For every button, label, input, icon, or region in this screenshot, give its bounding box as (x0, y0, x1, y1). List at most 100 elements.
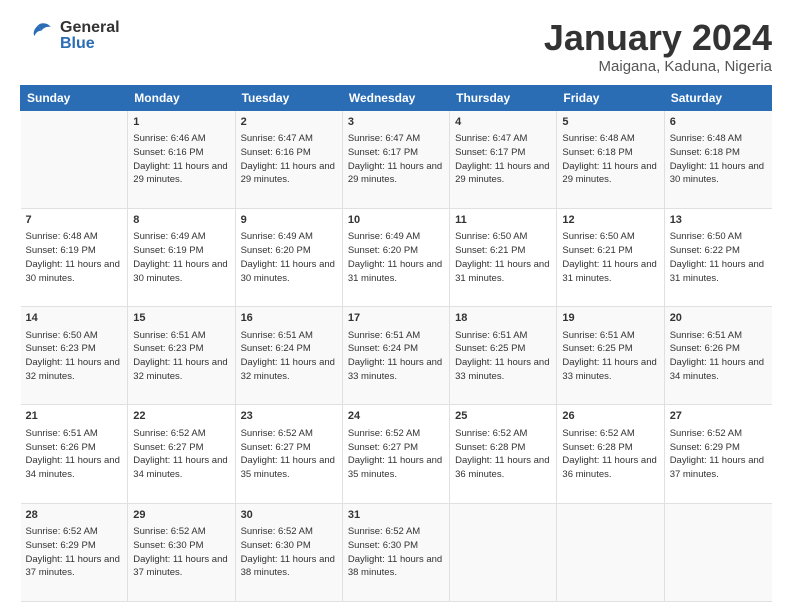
day-number: 9 (241, 213, 337, 228)
day-number: 20 (670, 311, 767, 326)
cell-info: Sunrise: 6:52 AMSunset: 6:27 PMDaylight:… (241, 427, 337, 482)
day-number: 7 (26, 213, 123, 228)
page: General Blue January 2024 Maigana, Kadun… (0, 0, 792, 612)
col-saturday: Saturday (664, 85, 771, 110)
calendar-cell: 4Sunrise: 6:47 AMSunset: 6:17 PMDaylight… (450, 110, 557, 208)
day-number: 11 (455, 213, 551, 228)
calendar-cell: 6 Sunrise: 6:48 AMSunset: 6:18 PMDaylight… (664, 110, 771, 208)
calendar-cell: 26Sunrise: 6:52 AMSunset: 6:28 PMDayligh… (557, 405, 664, 503)
col-thursday: Thursday (450, 85, 557, 110)
cell-info: Sunrise: 6:51 AMSunset: 6:23 PMDaylight:… (133, 329, 229, 384)
cell-info: Sunrise: 6:47 AMSunset: 6:16 PMDaylight:… (241, 132, 337, 187)
day-number: 18 (455, 311, 551, 326)
cell-info: Sunrise: 6:52 AMSunset: 6:28 PMDaylight:… (455, 427, 551, 482)
day-number: 8 (133, 213, 229, 228)
day-number: 15 (133, 311, 229, 326)
cell-info: Sunrise: 6:49 AMSunset: 6:20 PMDaylight:… (348, 230, 444, 285)
cell-info: Sunrise: 6:52 AMSunset: 6:30 PMDaylight:… (348, 525, 444, 580)
calendar-cell: 12 Sunrise: 6:50 AMSunset: 6:21 PMDayligh… (557, 208, 664, 306)
calendar-cell: 23 Sunrise: 6:52 AMSunset: 6:27 PMDayligh… (235, 405, 342, 503)
calendar-cell: 13Sunrise: 6:50 AMSunset: 6:22 PMDayligh… (664, 208, 771, 306)
day-number: 23 (241, 409, 337, 424)
column-headers: Sunday Monday Tuesday Wednesday Thursday… (21, 85, 772, 110)
calendar-cell: 14Sunrise: 6:50 AMSunset: 6:23 PMDayligh… (21, 307, 128, 405)
cell-info: Sunrise: 6:49 AMSunset: 6:19 PMDaylight:… (133, 230, 229, 285)
title-area: January 2024 Maigana, Kaduna, Nigeria (544, 18, 772, 75)
cell-info: Sunrise: 6:47 AMSunset: 6:17 PMDaylight:… (348, 132, 444, 187)
month-title: January 2024 (544, 18, 772, 58)
calendar-cell: 19 Sunrise: 6:51 AMSunset: 6:25 PMDayligh… (557, 307, 664, 405)
day-number: 12 (562, 213, 658, 228)
cell-info: Sunrise: 6:52 AMSunset: 6:27 PMDaylight:… (133, 427, 229, 482)
calendar-cell: 22 Sunrise: 6:52 AMSunset: 6:27 PMDayligh… (128, 405, 235, 503)
day-number: 24 (348, 409, 444, 424)
calendar-cell: 25 Sunrise: 6:52 AMSunset: 6:28 PMDayligh… (450, 405, 557, 503)
day-number: 27 (670, 409, 767, 424)
day-number: 21 (26, 409, 123, 424)
calendar-week-5: 28 Sunrise: 6:52 AMSunset: 6:29 PMDayligh… (21, 503, 772, 601)
cell-info: Sunrise: 6:50 AMSunset: 6:21 PMDaylight:… (455, 230, 551, 285)
cell-info: Sunrise: 6:49 AMSunset: 6:20 PMDaylight:… (241, 230, 337, 285)
day-number: 28 (26, 508, 123, 523)
cell-info: Sunrise: 6:50 AMSunset: 6:23 PMDaylight:… (26, 329, 123, 384)
calendar-cell: 28 Sunrise: 6:52 AMSunset: 6:29 PMDayligh… (21, 503, 128, 601)
calendar-cell: 7 Sunrise: 6:48 AMSunset: 6:19 PMDaylight… (21, 208, 128, 306)
day-number: 4 (455, 115, 551, 130)
day-number: 19 (562, 311, 658, 326)
cell-info: Sunrise: 6:51 AMSunset: 6:26 PMDaylight:… (26, 427, 123, 482)
cell-info: Sunrise: 6:48 AMSunset: 6:19 PMDaylight:… (26, 230, 123, 285)
day-number: 25 (455, 409, 551, 424)
cell-info: Sunrise: 6:52 AMSunset: 6:28 PMDaylight:… (562, 427, 658, 482)
day-number: 3 (348, 115, 444, 130)
logo-icon (20, 18, 56, 54)
cell-info: Sunrise: 6:52 AMSunset: 6:29 PMDaylight:… (670, 427, 767, 482)
cell-info: Sunrise: 6:50 AMSunset: 6:22 PMDaylight:… (670, 230, 767, 285)
calendar-week-3: 14Sunrise: 6:50 AMSunset: 6:23 PMDayligh… (21, 307, 772, 405)
cell-info: Sunrise: 6:52 AMSunset: 6:30 PMDaylight:… (133, 525, 229, 580)
cell-info: Sunrise: 6:51 AMSunset: 6:26 PMDaylight:… (670, 329, 767, 384)
calendar-cell: 30Sunrise: 6:52 AMSunset: 6:30 PMDayligh… (235, 503, 342, 601)
calendar-cell: 16Sunrise: 6:51 AMSunset: 6:24 PMDayligh… (235, 307, 342, 405)
cell-info: Sunrise: 6:52 AMSunset: 6:27 PMDaylight:… (348, 427, 444, 482)
calendar-cell: 5Sunrise: 6:48 AMSunset: 6:18 PMDaylight… (557, 110, 664, 208)
cell-info: Sunrise: 6:50 AMSunset: 6:21 PMDaylight:… (562, 230, 658, 285)
cell-info: Sunrise: 6:46 AMSunset: 6:16 PMDaylight:… (133, 132, 229, 187)
calendar-week-1: 1 Sunrise: 6:46 AMSunset: 6:16 PMDaylight… (21, 110, 772, 208)
day-number: 31 (348, 508, 444, 523)
col-sunday: Sunday (21, 85, 128, 110)
col-tuesday: Tuesday (235, 85, 342, 110)
location: Maigana, Kaduna, Nigeria (544, 58, 772, 75)
calendar-cell: 2Sunrise: 6:47 AMSunset: 6:16 PMDaylight… (235, 110, 342, 208)
calendar-cell: 9 Sunrise: 6:49 AMSunset: 6:20 PMDaylight… (235, 208, 342, 306)
calendar-cell: 1 Sunrise: 6:46 AMSunset: 6:16 PMDaylight… (128, 110, 235, 208)
day-number: 10 (348, 213, 444, 228)
calendar-cell: 3 Sunrise: 6:47 AMSunset: 6:17 PMDaylight… (342, 110, 449, 208)
cell-info: Sunrise: 6:48 AMSunset: 6:18 PMDaylight:… (670, 132, 767, 187)
cell-info: Sunrise: 6:51 AMSunset: 6:25 PMDaylight:… (455, 329, 551, 384)
day-number: 6 (670, 115, 767, 130)
logo: General Blue (20, 18, 120, 54)
day-number: 17 (348, 311, 444, 326)
cell-info: Sunrise: 6:51 AMSunset: 6:25 PMDaylight:… (562, 329, 658, 384)
calendar-table: Sunday Monday Tuesday Wednesday Thursday… (20, 85, 772, 602)
calendar-cell: 18 Sunrise: 6:51 AMSunset: 6:25 PMDayligh… (450, 307, 557, 405)
calendar-cell: 31 Sunrise: 6:52 AMSunset: 6:30 PMDayligh… (342, 503, 449, 601)
calendar-cell: 8 Sunrise: 6:49 AMSunset: 6:19 PMDaylight… (128, 208, 235, 306)
calendar-cell (450, 503, 557, 601)
calendar-cell: 24 Sunrise: 6:52 AMSunset: 6:27 PMDayligh… (342, 405, 449, 503)
calendar-week-2: 7 Sunrise: 6:48 AMSunset: 6:19 PMDaylight… (21, 208, 772, 306)
day-number: 22 (133, 409, 229, 424)
calendar-cell: 21 Sunrise: 6:51 AMSunset: 6:26 PMDayligh… (21, 405, 128, 503)
cell-info: Sunrise: 6:48 AMSunset: 6:18 PMDaylight:… (562, 132, 658, 187)
calendar-cell (557, 503, 664, 601)
cell-info: Sunrise: 6:52 AMSunset: 6:29 PMDaylight:… (26, 525, 123, 580)
logo-words: General Blue (60, 20, 120, 52)
cell-info: Sunrise: 6:51 AMSunset: 6:24 PMDaylight:… (348, 329, 444, 384)
day-number: 29 (133, 508, 229, 523)
calendar-cell (21, 110, 128, 208)
cell-info: Sunrise: 6:52 AMSunset: 6:30 PMDaylight:… (241, 525, 337, 580)
col-friday: Friday (557, 85, 664, 110)
calendar-cell: 27 Sunrise: 6:52 AMSunset: 6:29 PMDayligh… (664, 405, 771, 503)
day-number: 1 (133, 115, 229, 130)
calendar-cell: 15 Sunrise: 6:51 AMSunset: 6:23 PMDayligh… (128, 307, 235, 405)
